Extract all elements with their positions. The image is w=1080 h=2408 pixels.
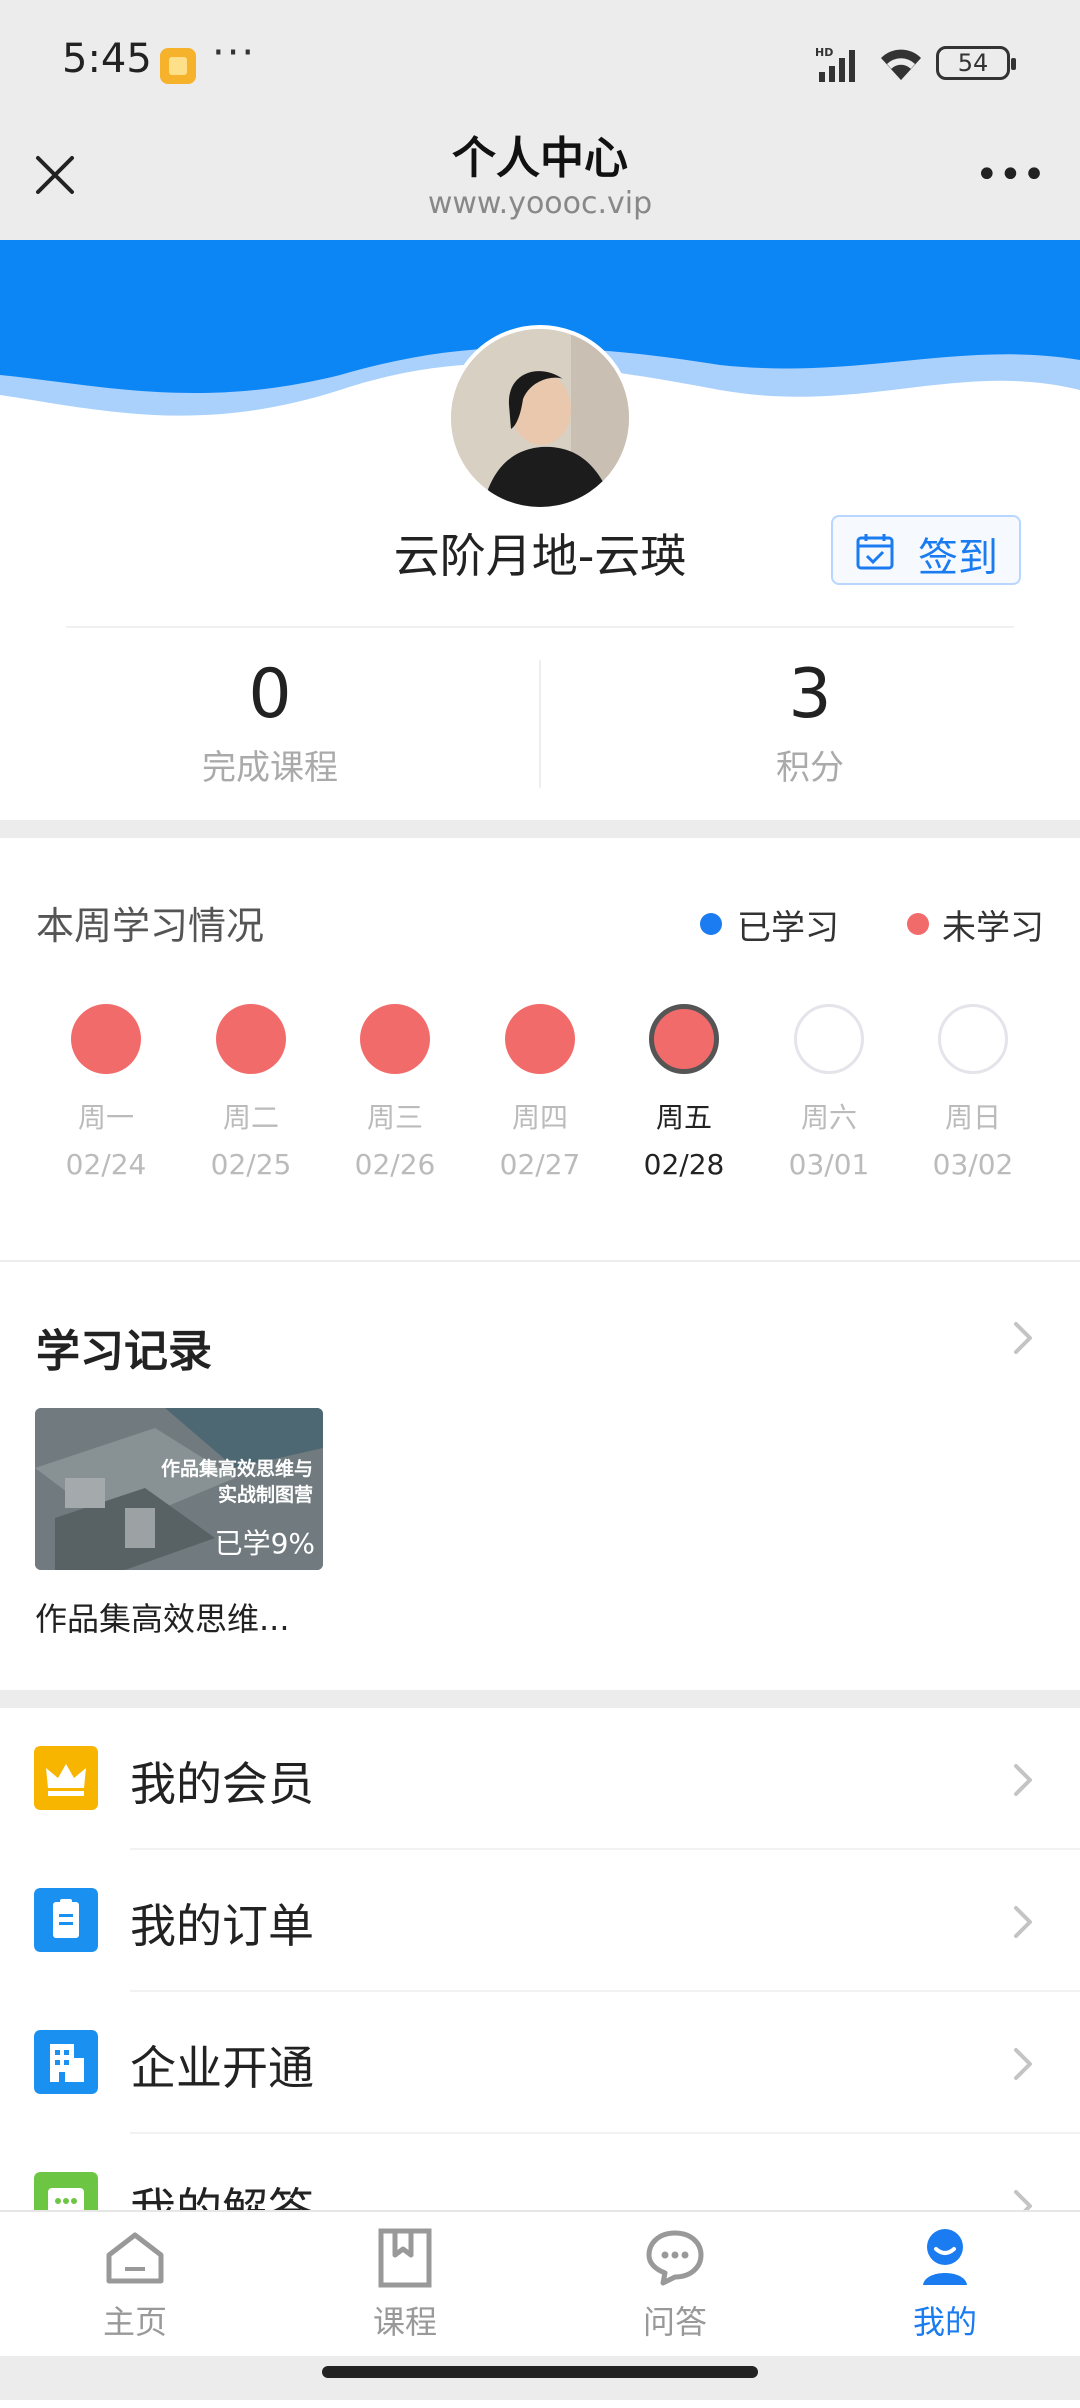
menu-label: 我的会员 bbox=[130, 1757, 314, 1811]
menu-label: 企业开通 bbox=[130, 2041, 314, 2095]
day-date: 02/27 bbox=[499, 1148, 581, 1181]
day-sunday: 周日 03/02 bbox=[918, 1004, 1028, 1181]
checkin-button[interactable]: 签到 bbox=[831, 515, 1021, 585]
day-name: 周日 bbox=[944, 1101, 1001, 1134]
menu-item-enterprise[interactable]: 企业开通 bbox=[0, 1992, 1080, 2134]
day-name: 周六 bbox=[800, 1101, 857, 1134]
day-saturday: 周六 03/01 bbox=[774, 1004, 884, 1181]
course-thumbnail-title: 作品集高效思维与实战制图营 bbox=[160, 1458, 313, 1506]
tab-mine[interactable]: 我的 bbox=[845, 2225, 1045, 2343]
chevron-right-icon bbox=[1014, 1906, 1032, 1938]
weekly-study-title: 本周学习情况 bbox=[36, 904, 265, 948]
tab-label: 问答 bbox=[642, 2303, 707, 2341]
tab-label: 我的 bbox=[912, 2303, 977, 2341]
profile-icon bbox=[923, 2229, 967, 2285]
checkin-label: 签到 bbox=[918, 535, 998, 581]
page-title: 个人中心 bbox=[452, 133, 628, 184]
day-name: 周三 bbox=[366, 1101, 423, 1134]
day-date: 02/26 bbox=[354, 1148, 436, 1181]
day-monday: 周一 02/24 bbox=[51, 1004, 161, 1181]
day-status-circle bbox=[71, 1004, 141, 1074]
calendar-check-icon bbox=[856, 534, 894, 570]
course-thumbnail[interactable]: 作品集高效思维与实战制图营 已学9% bbox=[35, 1408, 323, 1570]
tab-home[interactable]: 主页 bbox=[35, 2225, 235, 2343]
status-time: 5:45 bbox=[62, 36, 152, 82]
study-records-title[interactable]: 学习记录 bbox=[36, 1315, 212, 1379]
avatar[interactable] bbox=[447, 325, 633, 511]
wifi-icon bbox=[881, 49, 921, 80]
svg-text:HD: HD bbox=[815, 46, 833, 59]
signal-icon: HD bbox=[815, 46, 855, 82]
gesture-area bbox=[0, 2356, 1080, 2400]
building-icon bbox=[34, 2030, 98, 2094]
day-name: 周五 bbox=[655, 1101, 712, 1134]
points-label: 积分 bbox=[776, 748, 844, 788]
battery-indicator: 54 bbox=[936, 46, 1016, 80]
day-status-circle-empty bbox=[938, 1004, 1008, 1074]
course-title[interactable]: 作品集高效思维... bbox=[35, 1594, 290, 1640]
day-status-circle bbox=[360, 1004, 430, 1074]
day-tuesday: 周二 02/25 bbox=[196, 1004, 306, 1181]
day-name: 周四 bbox=[511, 1101, 568, 1134]
day-status-circle-empty bbox=[794, 1004, 864, 1074]
order-icon bbox=[34, 1888, 98, 1952]
day-name: 周一 bbox=[77, 1101, 134, 1134]
chevron-right-icon bbox=[1014, 1764, 1032, 1796]
app-notification-icon bbox=[160, 48, 196, 84]
home-icon bbox=[106, 2232, 164, 2284]
menu-item-membership[interactable]: 我的会员 bbox=[0, 1708, 1080, 1850]
home-gesture-bar[interactable] bbox=[322, 2366, 758, 2378]
crown-icon bbox=[34, 1746, 98, 1810]
day-status-circle bbox=[505, 1004, 575, 1074]
legend-studied-dot bbox=[700, 913, 722, 935]
menu-item-orders[interactable]: 我的订单 bbox=[0, 1850, 1080, 1992]
course-progress: 已学9% bbox=[214, 1527, 315, 1560]
day-friday: 周五 02/28 bbox=[629, 1004, 739, 1181]
day-name: 周二 bbox=[222, 1101, 279, 1134]
day-thursday: 周四 02/27 bbox=[485, 1004, 595, 1181]
tab-qa[interactable]: 问答 bbox=[575, 2225, 775, 2343]
legend-unstudied-dot bbox=[907, 913, 929, 935]
points-count: 3 bbox=[788, 655, 832, 734]
divider bbox=[66, 626, 1014, 628]
tab-label: 主页 bbox=[102, 2303, 167, 2341]
chat-bubble-icon bbox=[646, 2230, 704, 2286]
chevron-right-icon bbox=[1014, 2048, 1032, 2080]
day-date: 02/25 bbox=[210, 1148, 292, 1181]
status-more-dots: ··· bbox=[212, 30, 257, 76]
day-date: 03/01 bbox=[788, 1148, 870, 1181]
legend-studied-label: 已学习 bbox=[737, 908, 839, 948]
tab-courses[interactable]: 课程 bbox=[305, 2225, 505, 2343]
menu-label: 我的订单 bbox=[130, 1899, 314, 1953]
day-wednesday: 周三 02/26 bbox=[340, 1004, 450, 1181]
completed-courses-count: 0 bbox=[248, 655, 292, 734]
page-url: www.yoooc.vip bbox=[427, 186, 653, 221]
day-date: 02/28 bbox=[643, 1148, 725, 1181]
legend-unstudied-label: 未学习 bbox=[942, 908, 1044, 948]
day-date: 02/24 bbox=[65, 1148, 147, 1181]
day-status-circle bbox=[216, 1004, 286, 1074]
more-options-button[interactable]: ••• bbox=[975, 155, 1046, 195]
day-date: 03/02 bbox=[932, 1148, 1014, 1181]
tab-label: 课程 bbox=[372, 2303, 437, 2341]
day-status-circle-today bbox=[649, 1004, 719, 1074]
chevron-right-icon[interactable] bbox=[1008, 1318, 1038, 1358]
bookmark-icon bbox=[378, 2228, 432, 2288]
completed-courses-label: 完成课程 bbox=[202, 748, 338, 788]
